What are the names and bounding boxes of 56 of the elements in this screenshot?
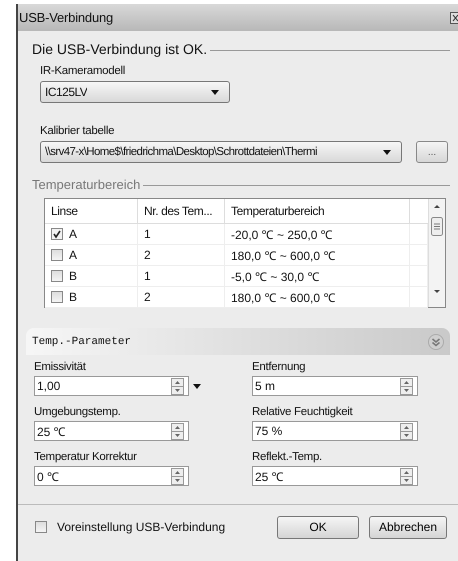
field-label: Emissivität bbox=[34, 361, 87, 373]
camera-model-dropdown[interactable]: IC125LV bbox=[40, 81, 230, 103]
spin-arrows-icon[interactable] bbox=[171, 378, 184, 394]
caret-icon bbox=[211, 90, 219, 94]
spin-field[interactable]: 0 ℃ bbox=[34, 466, 189, 486]
browse-button[interactable]: ... bbox=[416, 141, 448, 163]
table-cell: A bbox=[69, 248, 78, 262]
checkbox[interactable] bbox=[35, 521, 47, 533]
dialog-button[interactable]: Abbrechen bbox=[369, 516, 447, 538]
spin-arrows-icon[interactable] bbox=[400, 422, 413, 440]
table-cell: A bbox=[69, 227, 78, 241]
field-label: Relative Feuchtigkeit bbox=[252, 406, 354, 418]
column-header[interactable]: Nr. des Tem... bbox=[138, 199, 225, 223]
caret-icon[interactable] bbox=[193, 384, 201, 388]
table-cell-text: 180,0 ℃ ~ 600,0 ℃ bbox=[231, 290, 336, 306]
status-text: Die USB-Verbindung ist OK. bbox=[32, 41, 208, 57]
table-cell: B bbox=[69, 290, 78, 304]
table-cell-text: -20,0 ℃ ~ 250,0 ℃ bbox=[231, 226, 333, 242]
calibration-table-dropdown[interactable]: \\srv47-x\Home$\friedrichma\Desktop\Schrottdateien\Thermi bbox=[40, 141, 402, 163]
spin-field[interactable]: 75 % bbox=[252, 421, 418, 441]
chevron-icon bbox=[428, 334, 444, 350]
dialog-button[interactable]: OK bbox=[277, 516, 359, 538]
group-title: Temperaturbereich bbox=[32, 177, 140, 192]
column-header[interactable]: Temperaturbereich bbox=[225, 199, 410, 223]
field-label: Kalibrier tabelle bbox=[40, 125, 116, 137]
field-label: Umgebungstemp. bbox=[34, 406, 122, 418]
section-header[interactable]: Temp.-Parameter bbox=[26, 328, 450, 355]
checkbox[interactable] bbox=[51, 291, 63, 303]
table-cell-text: -5,0 ℃ ~ 30,0 ℃ bbox=[231, 268, 320, 284]
spin-field[interactable]: 5 m bbox=[252, 376, 418, 396]
spin-field[interactable]: 25 ℃ bbox=[252, 466, 418, 486]
spin-arrows-icon[interactable] bbox=[171, 468, 184, 484]
scrollbar[interactable] bbox=[428, 199, 445, 307]
close-icon[interactable] bbox=[450, 12, 458, 24]
spin-arrows-icon[interactable] bbox=[171, 422, 184, 440]
spin-field[interactable]: 1,00 bbox=[34, 376, 189, 396]
spin-field[interactable]: 25 ℃ bbox=[34, 421, 189, 441]
checkbox[interactable] bbox=[51, 270, 63, 282]
table-cell: 1 bbox=[144, 269, 151, 283]
checkbox-label[interactable]: Voreinstellung USB-Verbindung bbox=[57, 520, 226, 534]
table-cell: B bbox=[69, 269, 78, 283]
table-cell: 2 bbox=[144, 248, 151, 262]
spin-arrows-icon[interactable] bbox=[400, 468, 413, 484]
table-cell-text: 180,0 ℃ ~ 600,0 ℃ bbox=[231, 248, 336, 264]
caret-icon bbox=[383, 150, 391, 154]
table-cell: 1 bbox=[144, 227, 151, 241]
field-label: Reflekt.-Temp. bbox=[252, 451, 323, 463]
checkbox[interactable] bbox=[51, 228, 63, 240]
column-header[interactable]: Linse bbox=[45, 199, 138, 223]
spin-arrows-icon[interactable] bbox=[400, 378, 413, 394]
field-label: Temperatur Korrektur bbox=[34, 451, 138, 463]
field-label: Entfernung bbox=[252, 361, 306, 373]
checkbox[interactable] bbox=[51, 249, 63, 261]
field-label: IR-Kameramodell bbox=[40, 65, 126, 77]
window-title: USB-Verbindung bbox=[18, 10, 114, 25]
table-cell: 2 bbox=[144, 290, 151, 304]
